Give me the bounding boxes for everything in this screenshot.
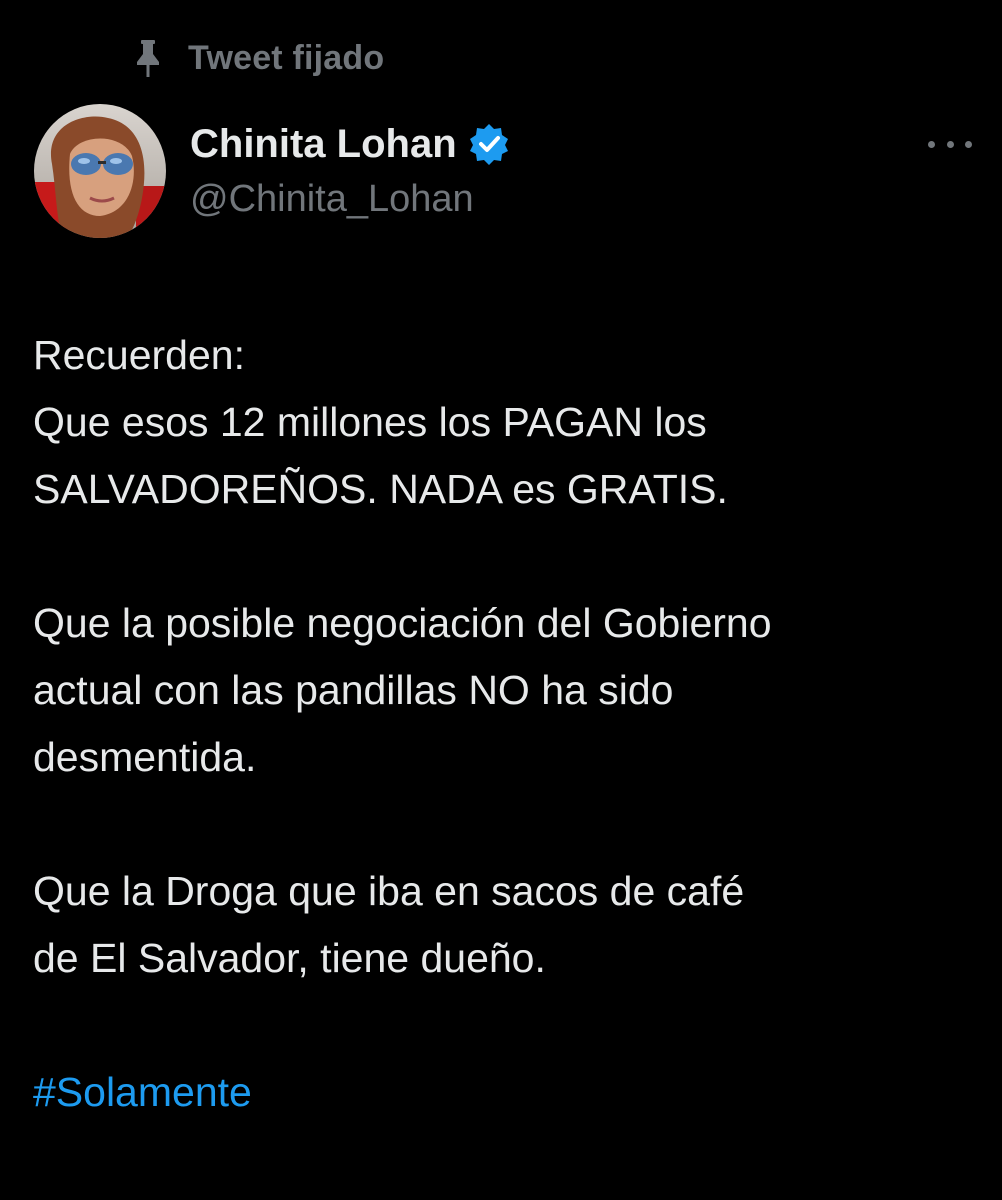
pinned-indicator: Tweet fijado: [132, 36, 384, 80]
tweet-line: Que la Droga que iba en sacos de café: [33, 868, 745, 914]
tweet-line: desmentida.: [33, 734, 257, 780]
author-handle[interactable]: @Chinita_Lohan: [190, 178, 474, 221]
tweet-line: SALVADOREÑOS. NADA es GRATIS.: [33, 466, 728, 512]
verified-badge-icon: [467, 122, 511, 166]
tweet-line: Que esos 12 millones los PAGAN los: [33, 399, 707, 445]
pinned-label: Tweet fijado: [188, 38, 385, 77]
tweet-text: Recuerden: Que esos 12 millones los PAGA…: [33, 322, 983, 1126]
pin-icon: [132, 38, 164, 78]
display-name[interactable]: Chinita Lohan: [190, 122, 457, 167]
tweet-line: actual con las pandillas NO ha sido: [33, 667, 674, 713]
more-options-icon[interactable]: [928, 126, 972, 162]
tweet-line: de El Salvador, tiene dueño.: [33, 935, 546, 981]
author-name-row[interactable]: Chinita Lohan: [190, 118, 511, 170]
tweet-line: Recuerden:: [33, 332, 245, 378]
tweet-line: Que la posible negociación del Gobierno: [33, 600, 772, 646]
hashtag-link[interactable]: #Solamente: [33, 1059, 983, 1126]
avatar[interactable]: [34, 104, 166, 238]
